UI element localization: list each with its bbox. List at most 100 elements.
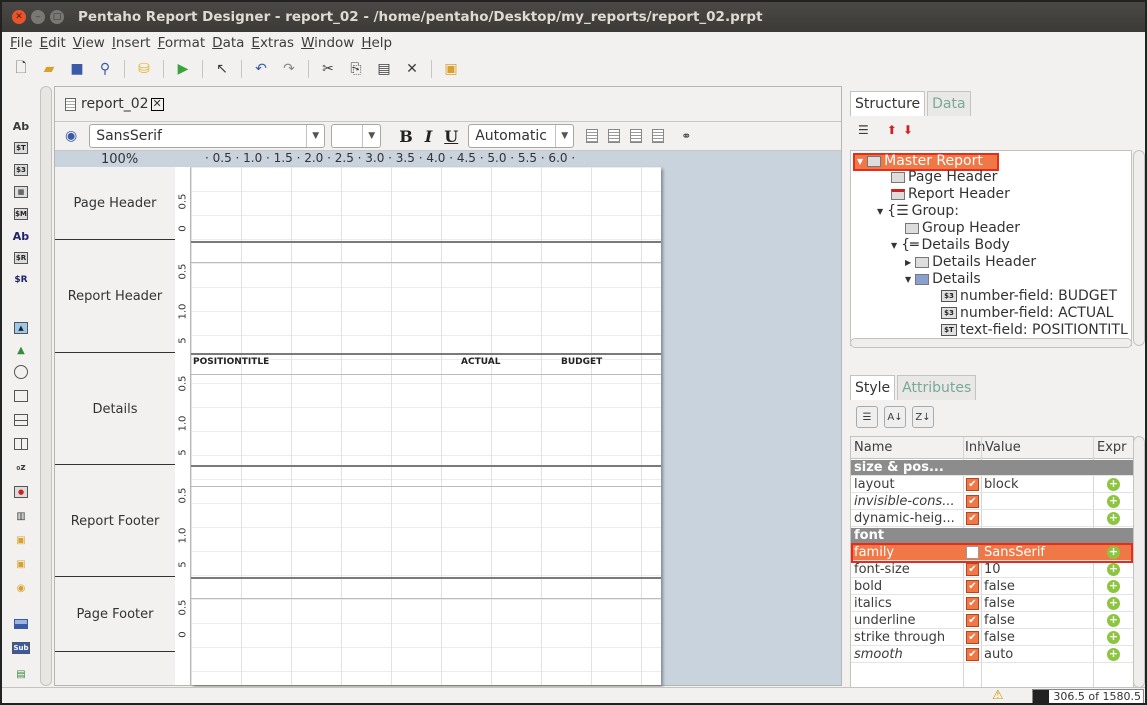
inherit-checkbox[interactable]: ✔: [966, 631, 979, 644]
property-value[interactable]: auto: [984, 647, 1013, 662]
property-row-underline[interactable]: underline ✔ false +: [851, 613, 1133, 629]
barcode-icon[interactable]: ▥: [10, 506, 32, 526]
property-row-invisible-consumes-space[interactable]: invisible-cons... ✔ +: [851, 494, 1133, 510]
menu-window[interactable]: Window: [301, 35, 354, 51]
property-row-bold[interactable]: bold ✔ false +: [851, 579, 1133, 595]
inherit-checkbox[interactable]: ✔: [966, 512, 979, 525]
text-field-icon[interactable]: $T: [10, 138, 32, 158]
band-strip-icon[interactable]: [10, 614, 32, 634]
tree-node-number-field-budget[interactable]: $3 number-field: BUDGET: [941, 288, 1117, 304]
band-label-page-header[interactable]: Page Header: [55, 167, 175, 239]
menu-file[interactable]: File: [10, 35, 33, 51]
property-value[interactable]: 10: [984, 562, 1001, 577]
resource-label-icon[interactable]: Ab: [10, 226, 32, 246]
inherit-checkbox[interactable]: ✔: [966, 614, 979, 627]
chart-icon[interactable]: ●: [10, 482, 32, 502]
database-icon[interactable]: ⛁: [133, 58, 155, 80]
tab-data[interactable]: Data: [927, 91, 971, 116]
expression-add-icon[interactable]: +: [1107, 563, 1120, 576]
paste-icon[interactable]: ▤: [373, 58, 395, 80]
expression-add-icon[interactable]: +: [1107, 597, 1120, 610]
tree-vertical-scrollbar[interactable]: [1133, 150, 1145, 346]
group-row-font[interactable]: font: [851, 528, 1133, 544]
field-positiontitle[interactable]: POSITIONTITLE: [193, 357, 269, 367]
memory-usage[interactable]: 306.5 of 1580.5 MB: [1032, 689, 1144, 703]
text-color-select[interactable]: Automatic ▼: [468, 124, 575, 148]
underline-button[interactable]: U: [444, 127, 458, 146]
report-page[interactable]: POSITIONTITLE ACTUAL BUDGET: [191, 167, 661, 685]
property-row-dynamic-height[interactable]: dynamic-heig... ✔ +: [851, 511, 1133, 527]
align-right-icon[interactable]: [630, 129, 643, 143]
tree-node-report-header[interactable]: Report Header: [891, 186, 1010, 202]
properties-scrollbar[interactable]: [1133, 436, 1145, 688]
table-list-icon[interactable]: ▤: [10, 664, 32, 684]
copy-icon[interactable]: ⎘: [345, 58, 367, 80]
sort-ascending-icon[interactable]: A↓: [884, 406, 906, 428]
page-footer-band[interactable]: [191, 577, 661, 649]
ellipse-icon[interactable]: [10, 362, 32, 382]
menu-edit[interactable]: Edit: [40, 35, 66, 51]
hyperlink-icon[interactable]: ⚭: [681, 129, 691, 143]
property-value[interactable]: false: [984, 613, 1015, 628]
tree-node-group-header[interactable]: Group Header: [905, 220, 1020, 236]
align-center-icon[interactable]: [608, 129, 621, 143]
inherit-checkbox[interactable]: ✔: [966, 495, 979, 508]
tree-node-page-header[interactable]: Page Header: [891, 169, 997, 185]
menu-insert[interactable]: Insert: [112, 35, 151, 51]
inherit-checkbox[interactable]: ✔: [966, 563, 979, 576]
report-footer-band[interactable]: [191, 465, 661, 576]
palette-scrollbar[interactable]: [40, 86, 52, 686]
menu-view[interactable]: View: [73, 35, 105, 51]
menu-format[interactable]: Format: [158, 35, 206, 51]
number-field-icon[interactable]: $3: [10, 160, 32, 180]
tree-node-details[interactable]: ▼ Details: [905, 271, 981, 287]
menu-data[interactable]: Data: [212, 35, 244, 51]
property-row-italics[interactable]: italics ✔ false +: [851, 596, 1133, 612]
property-row-smooth[interactable]: smooth ✔ auto +: [851, 647, 1133, 663]
align-left-icon[interactable]: [586, 129, 599, 143]
select-icon[interactable]: ↖: [211, 58, 233, 80]
tree-node-text-field-positiontitle[interactable]: $T text-field: POSITIONTITL: [941, 322, 1128, 338]
tree-horizontal-scrollbar[interactable]: [850, 338, 1132, 348]
menu-help[interactable]: Help: [361, 35, 392, 51]
preview-icon[interactable]: ⚲: [94, 58, 116, 80]
save-icon[interactable]: ■: [66, 58, 88, 80]
align-justify-icon[interactable]: [652, 129, 665, 143]
delete-icon[interactable]: ✕: [401, 58, 423, 80]
expression-add-icon[interactable]: +: [1107, 512, 1120, 525]
expression-add-icon[interactable]: +: [1107, 631, 1120, 644]
image-field-icon[interactable]: ▲: [10, 318, 32, 338]
inherit-checkbox[interactable]: ✔: [966, 478, 979, 491]
close-window-icon[interactable]: ✕: [12, 10, 26, 24]
property-row-font-size[interactable]: font-size ✔ 10 +: [851, 562, 1133, 578]
property-value[interactable]: block: [984, 477, 1019, 492]
run-icon[interactable]: ▶: [172, 58, 194, 80]
property-row-strike-through[interactable]: strike through ✔ false +: [851, 630, 1133, 646]
redo-icon[interactable]: ↷: [278, 58, 300, 80]
cut-icon[interactable]: ✂: [317, 58, 339, 80]
field-actual[interactable]: ACTUAL: [461, 357, 500, 367]
zoom-level[interactable]: 100%: [101, 152, 138, 167]
move-up-icon[interactable]: ⬆: [887, 123, 897, 137]
inherit-checkbox[interactable]: ✔: [966, 648, 979, 661]
tree-view-icon[interactable]: ☰: [858, 123, 869, 137]
resource-field-icon[interactable]: $R: [10, 270, 32, 290]
label-icon[interactable]: Ab: [10, 116, 32, 136]
tree-node-details-body[interactable]: ▼ {═ Details Body: [891, 237, 1010, 253]
tab-report-02[interactable]: report_02 ✕: [59, 91, 170, 117]
inherit-checkbox[interactable]: ✔: [966, 597, 979, 610]
menu-extras[interactable]: Extras: [251, 35, 294, 51]
field-budget[interactable]: BUDGET: [561, 357, 602, 367]
tree-node-master-report[interactable]: ▼ Master Report: [857, 153, 983, 169]
tree-node-details-header[interactable]: ▶ Details Header: [905, 254, 1036, 270]
property-value[interactable]: false: [984, 596, 1015, 611]
band-label-page-footer[interactable]: Page Footer: [55, 578, 175, 650]
open-icon[interactable]: ▰: [38, 58, 60, 80]
move-down-icon[interactable]: ⬇: [903, 123, 913, 137]
undo-icon[interactable]: ↶: [250, 58, 272, 80]
tree-node-group[interactable]: ▼ {☰ Group:: [877, 203, 959, 219]
font-family-select[interactable]: SansSerif ▼: [89, 124, 326, 148]
property-value[interactable]: false: [984, 630, 1015, 645]
bold-button[interactable]: B: [399, 127, 413, 146]
warning-icon[interactable]: ⚠: [992, 688, 1004, 703]
